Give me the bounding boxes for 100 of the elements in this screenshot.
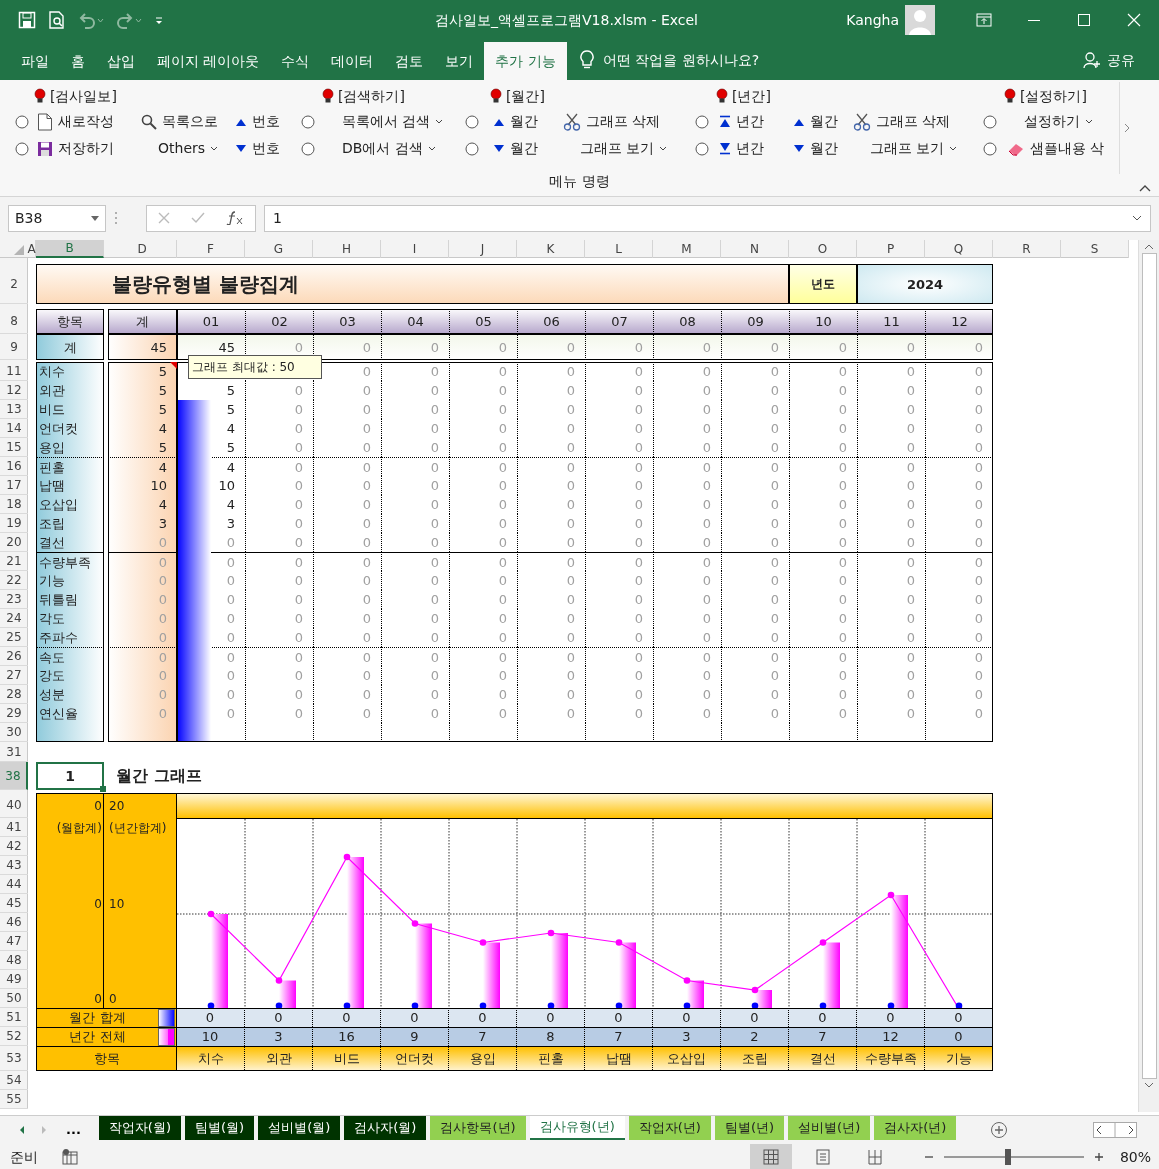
column-header[interactable]: S bbox=[1061, 240, 1129, 258]
sheet-tab[interactable]: 검사유형(년) bbox=[529, 1116, 625, 1140]
row-header[interactable]: 8 bbox=[0, 309, 28, 334]
add-sheet-icon[interactable] bbox=[990, 1121, 1009, 1139]
row-header[interactable]: 27 bbox=[0, 666, 28, 685]
column-header[interactable]: Q bbox=[925, 240, 993, 258]
row-header[interactable]: 2 bbox=[0, 264, 28, 304]
column-header[interactable]: R bbox=[993, 240, 1061, 258]
radio-button[interactable] bbox=[301, 141, 315, 156]
column-header[interactable]: N bbox=[721, 240, 789, 258]
collapse-icon[interactable] bbox=[1139, 184, 1151, 192]
dropdown-button[interactable]: 설정하기 bbox=[1004, 108, 1118, 135]
row-header[interactable]: 17 bbox=[0, 476, 28, 495]
ribbon-button[interactable]: 번호 bbox=[232, 135, 298, 162]
ribbon-tab[interactable]: 추가 기능 bbox=[484, 42, 567, 80]
row-header[interactable]: 23 bbox=[0, 590, 28, 609]
ribbon-button[interactable]: 목록으로 bbox=[138, 108, 232, 135]
ribbon-tab[interactable]: 수식 bbox=[270, 42, 321, 80]
row-header[interactable]: 22 bbox=[0, 571, 28, 590]
column-header[interactable]: P bbox=[857, 240, 925, 258]
radio-button[interactable] bbox=[465, 141, 479, 156]
ribbon-button[interactable]: 그래프 삭제 bbox=[560, 108, 692, 135]
horizontal-scroll-icon[interactable] bbox=[1093, 1122, 1137, 1138]
column-header[interactable]: B bbox=[36, 240, 104, 258]
row-header[interactable]: 15 bbox=[0, 438, 28, 457]
sheet-tab[interactable]: 작업자(년) bbox=[628, 1116, 711, 1140]
row-header[interactable]: 43 bbox=[0, 856, 28, 875]
save-icon[interactable] bbox=[18, 11, 36, 29]
fill-handle-icon[interactable] bbox=[100, 786, 106, 792]
row-header[interactable]: 49 bbox=[0, 970, 28, 989]
scroll-up-icon[interactable] bbox=[1144, 244, 1154, 250]
ribbon-tab[interactable]: 파일 bbox=[10, 42, 60, 80]
row-header[interactable]: 52 bbox=[0, 1027, 28, 1046]
sheet-tab[interactable]: 팀별(월) bbox=[185, 1116, 255, 1140]
active-cell[interactable]: 1 bbox=[36, 762, 104, 790]
dropdown-button[interactable]: 그래프 보기 bbox=[850, 135, 980, 162]
column-header[interactable]: F bbox=[177, 240, 245, 258]
row-header[interactable]: 48 bbox=[0, 951, 28, 970]
ribbon-tab[interactable]: 홈 bbox=[60, 42, 96, 80]
zoom-slider-thumb[interactable] bbox=[1005, 1149, 1012, 1165]
dropdown-button[interactable]: 그래프 보기 bbox=[560, 135, 692, 162]
function-icon[interactable] bbox=[226, 211, 245, 225]
share-button[interactable]: 공유 bbox=[1077, 48, 1141, 72]
row-header[interactable]: 24 bbox=[0, 609, 28, 628]
ribbon-button[interactable]: 월간 bbox=[490, 135, 560, 162]
column-header[interactable]: J bbox=[449, 240, 517, 258]
column-header[interactable]: G bbox=[245, 240, 313, 258]
row-header[interactable]: 11 bbox=[0, 362, 28, 381]
row-header[interactable]: 20 bbox=[0, 533, 28, 552]
sheet-tab[interactable]: 검사자(월) bbox=[344, 1116, 427, 1140]
row-header[interactable]: 50 bbox=[0, 989, 28, 1008]
ribbon-tab[interactable]: 페이지 레이아웃 bbox=[146, 42, 271, 80]
sheet-tab[interactable]: 설비별(년) bbox=[788, 1116, 871, 1140]
row-header[interactable]: 45 bbox=[0, 894, 28, 913]
radio-button[interactable] bbox=[15, 141, 29, 156]
dropdown-button[interactable]: Others bbox=[138, 135, 232, 162]
ribbon-button[interactable]: 그래프 삭제 bbox=[850, 108, 980, 135]
ribbon-button[interactable]: 월간 bbox=[790, 108, 850, 135]
row-header[interactable]: 38 bbox=[0, 762, 28, 790]
row-header[interactable]: 29 bbox=[0, 704, 28, 723]
scroll-right-icon[interactable] bbox=[1123, 123, 1130, 133]
ribbon-tab[interactable]: 데이터 bbox=[320, 42, 385, 80]
dropdown-button[interactable]: DB에서 검색 bbox=[322, 135, 462, 162]
row-header[interactable]: 21 bbox=[0, 552, 28, 571]
ribbon-button[interactable]: 샘플내용 삭 bbox=[1004, 135, 1118, 162]
column-header[interactable]: L bbox=[585, 240, 653, 258]
row-header[interactable]: 18 bbox=[0, 495, 28, 514]
row-header[interactable]: 13 bbox=[0, 400, 28, 419]
row-header[interactable]: 44 bbox=[0, 875, 28, 894]
row-header[interactable]: 9 bbox=[0, 334, 28, 360]
dropdown-button[interactable]: 목록에서 검색 bbox=[322, 108, 462, 135]
column-header[interactable]: M bbox=[653, 240, 721, 258]
row-header[interactable]: 28 bbox=[0, 685, 28, 704]
row-header[interactable]: 51 bbox=[0, 1008, 28, 1027]
column-header[interactable]: K bbox=[517, 240, 585, 258]
scroll-thumb[interactable] bbox=[1141, 253, 1157, 1079]
row-header[interactable]: 40 bbox=[0, 793, 28, 818]
row-header[interactable]: 47 bbox=[0, 932, 28, 951]
scroll-down-icon[interactable] bbox=[1144, 1082, 1154, 1088]
view-button[interactable] bbox=[749, 1144, 792, 1169]
ribbon-button[interactable]: 새로작성 bbox=[34, 108, 138, 135]
row-header[interactable]: 16 bbox=[0, 457, 28, 476]
radio-button[interactable] bbox=[695, 114, 709, 129]
radio-button[interactable] bbox=[983, 141, 997, 156]
ribbon-button[interactable]: 년간 bbox=[716, 108, 790, 135]
column-header[interactable]: O bbox=[789, 240, 857, 258]
row-header[interactable]: 26 bbox=[0, 647, 28, 666]
row-header[interactable]: 14 bbox=[0, 419, 28, 438]
print-preview-icon[interactable] bbox=[48, 11, 66, 29]
ribbon-button[interactable]: 월간 bbox=[490, 108, 560, 135]
row-header[interactable]: 25 bbox=[0, 628, 28, 647]
tell-me-link[interactable]: 어떤 작업을 원하시나요? bbox=[602, 49, 760, 71]
column-header[interactable]: H bbox=[313, 240, 381, 258]
radio-button[interactable] bbox=[465, 114, 479, 129]
sheet-tab[interactable]: 작업자(월) bbox=[98, 1116, 181, 1140]
sheet-tab[interactable]: 팀별(년) bbox=[714, 1116, 785, 1140]
ribbon-tab[interactable]: 삽입 bbox=[96, 42, 146, 80]
more-sheets-button[interactable]: ... bbox=[60, 1119, 87, 1141]
formula-field[interactable]: 1 bbox=[264, 204, 1151, 232]
sheet-tab[interactable]: 검사항목(년) bbox=[430, 1116, 526, 1140]
